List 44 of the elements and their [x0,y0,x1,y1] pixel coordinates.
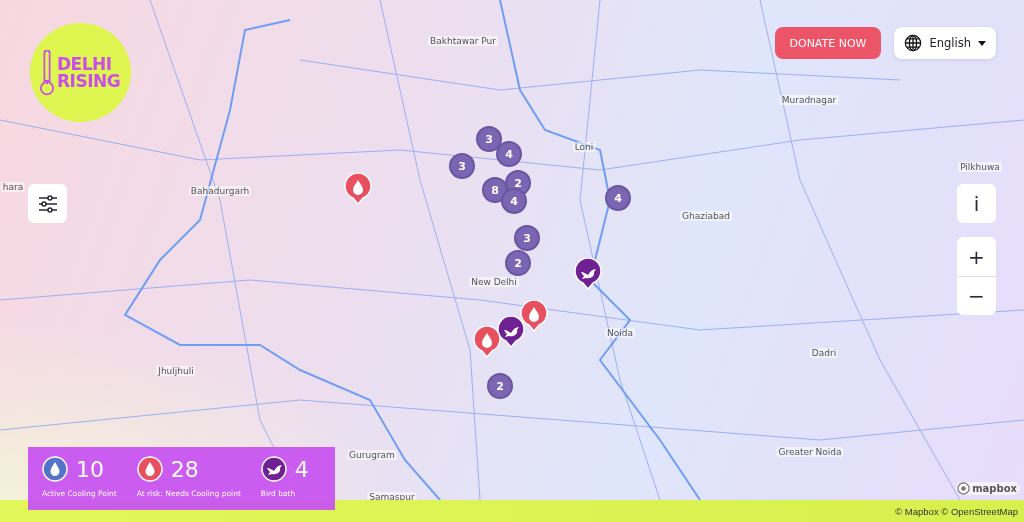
mapbox-icon [957,482,971,495]
place-label: Ghaziabad [680,211,732,221]
place-label: Bahadurgarh [188,186,252,196]
cluster-marker[interactable]: 4 [501,188,527,214]
logo-text: DELHI [57,55,113,73]
filter-button[interactable] [28,184,67,223]
cluster-marker[interactable]: 4 [496,141,522,167]
place-label: Gurugram [347,450,397,460]
legend-count: 10 [76,456,104,482]
globe-icon [904,34,923,52]
logo-text: RISING [57,72,121,90]
legend-count: 28 [170,456,199,482]
attribution-text: © Mapbox © OpenStreetMap [895,505,1018,517]
place-label: New Delhi [469,277,519,287]
zoom-in-button[interactable]: + [957,237,996,276]
language-dropdown[interactable]: English [894,27,996,59]
mapbox-logo[interactable]: mapbox [956,482,1020,495]
info-button[interactable]: i [957,184,996,223]
place-label: Dadri [809,348,839,358]
place-label: Greater Noida [776,447,844,457]
place-label: Jhuljhuli [156,366,196,376]
cluster-marker[interactable]: 2 [505,250,531,276]
bird-pin-icon[interactable] [574,258,602,290]
sliders-icon [37,194,58,213]
zoom-out-button[interactable]: − [957,276,996,315]
drop-pin-icon[interactable] [520,300,548,332]
legend-count: 4 [294,456,309,482]
thermometer-icon [40,49,54,96]
place-label: Muradnagar [779,95,839,105]
donate-button[interactable]: DONATE NOW [774,27,882,59]
place-label: Pilkhuwa [958,162,1002,172]
place-label: Loni [572,142,596,152]
cluster-marker[interactable]: 4 [605,185,631,211]
mapbox-wordmark: mapbox [972,483,1017,494]
bird-pin-icon[interactable] [497,316,525,348]
place-label: hara [0,182,26,192]
cluster-marker[interactable]: 3 [449,153,475,179]
cluster-marker[interactable]: 3 [476,126,502,152]
cluster-marker[interactable]: 3 [514,225,540,251]
cluster-marker[interactable]: 2 [487,373,513,399]
cluster-marker[interactable]: 8 [482,177,508,203]
place-label: Bakhtawar Pur [428,36,498,46]
place-label: Noida [605,328,635,338]
caret-icon [978,40,986,46]
